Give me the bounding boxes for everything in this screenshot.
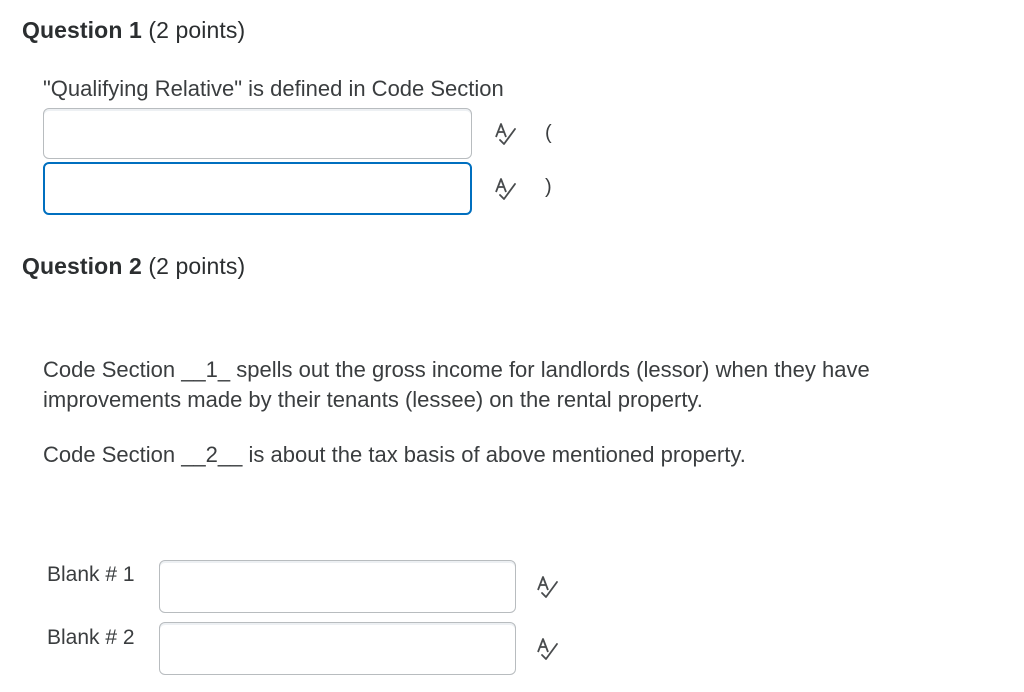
question-2-points: (2 points) — [148, 253, 246, 279]
blank-1-label: Blank # 1 — [47, 563, 135, 586]
question-1-points: (2 points) — [148, 17, 246, 43]
blank-1-field[interactable] — [159, 560, 516, 613]
question-2-text-line-3: Code Section __2__ is about the tax basi… — [43, 442, 746, 467]
spellcheck-icon[interactable] — [493, 121, 519, 147]
blank-2-field[interactable] — [159, 622, 516, 675]
question-2-text-line-2: improvements made by their tenants (less… — [43, 387, 703, 412]
question-1-header: Question 1 (2 points) — [22, 17, 245, 44]
question-1-prompt: "Qualifying Relative" is defined in Code… — [43, 76, 504, 101]
open-paren: ( — [545, 122, 552, 144]
spellcheck-icon[interactable] — [535, 574, 561, 600]
spellcheck-icon[interactable] — [493, 176, 519, 202]
close-paren: ) — [545, 176, 552, 198]
q1-answer-field-2[interactable] — [43, 162, 472, 215]
spellcheck-icon[interactable] — [535, 636, 561, 662]
blank-2-label: Blank # 2 — [47, 626, 135, 649]
question-1-title: Question 1 — [22, 17, 142, 43]
question-2-title: Question 2 — [22, 253, 142, 279]
q1-answer-field-1[interactable] — [43, 108, 472, 159]
question-2-header: Question 2 (2 points) — [22, 253, 245, 280]
quiz-page: Question 1 (2 points) "Qualifying Relati… — [0, 0, 1024, 692]
question-2-text-line-1: Code Section __1_ spells out the gross i… — [43, 357, 870, 382]
